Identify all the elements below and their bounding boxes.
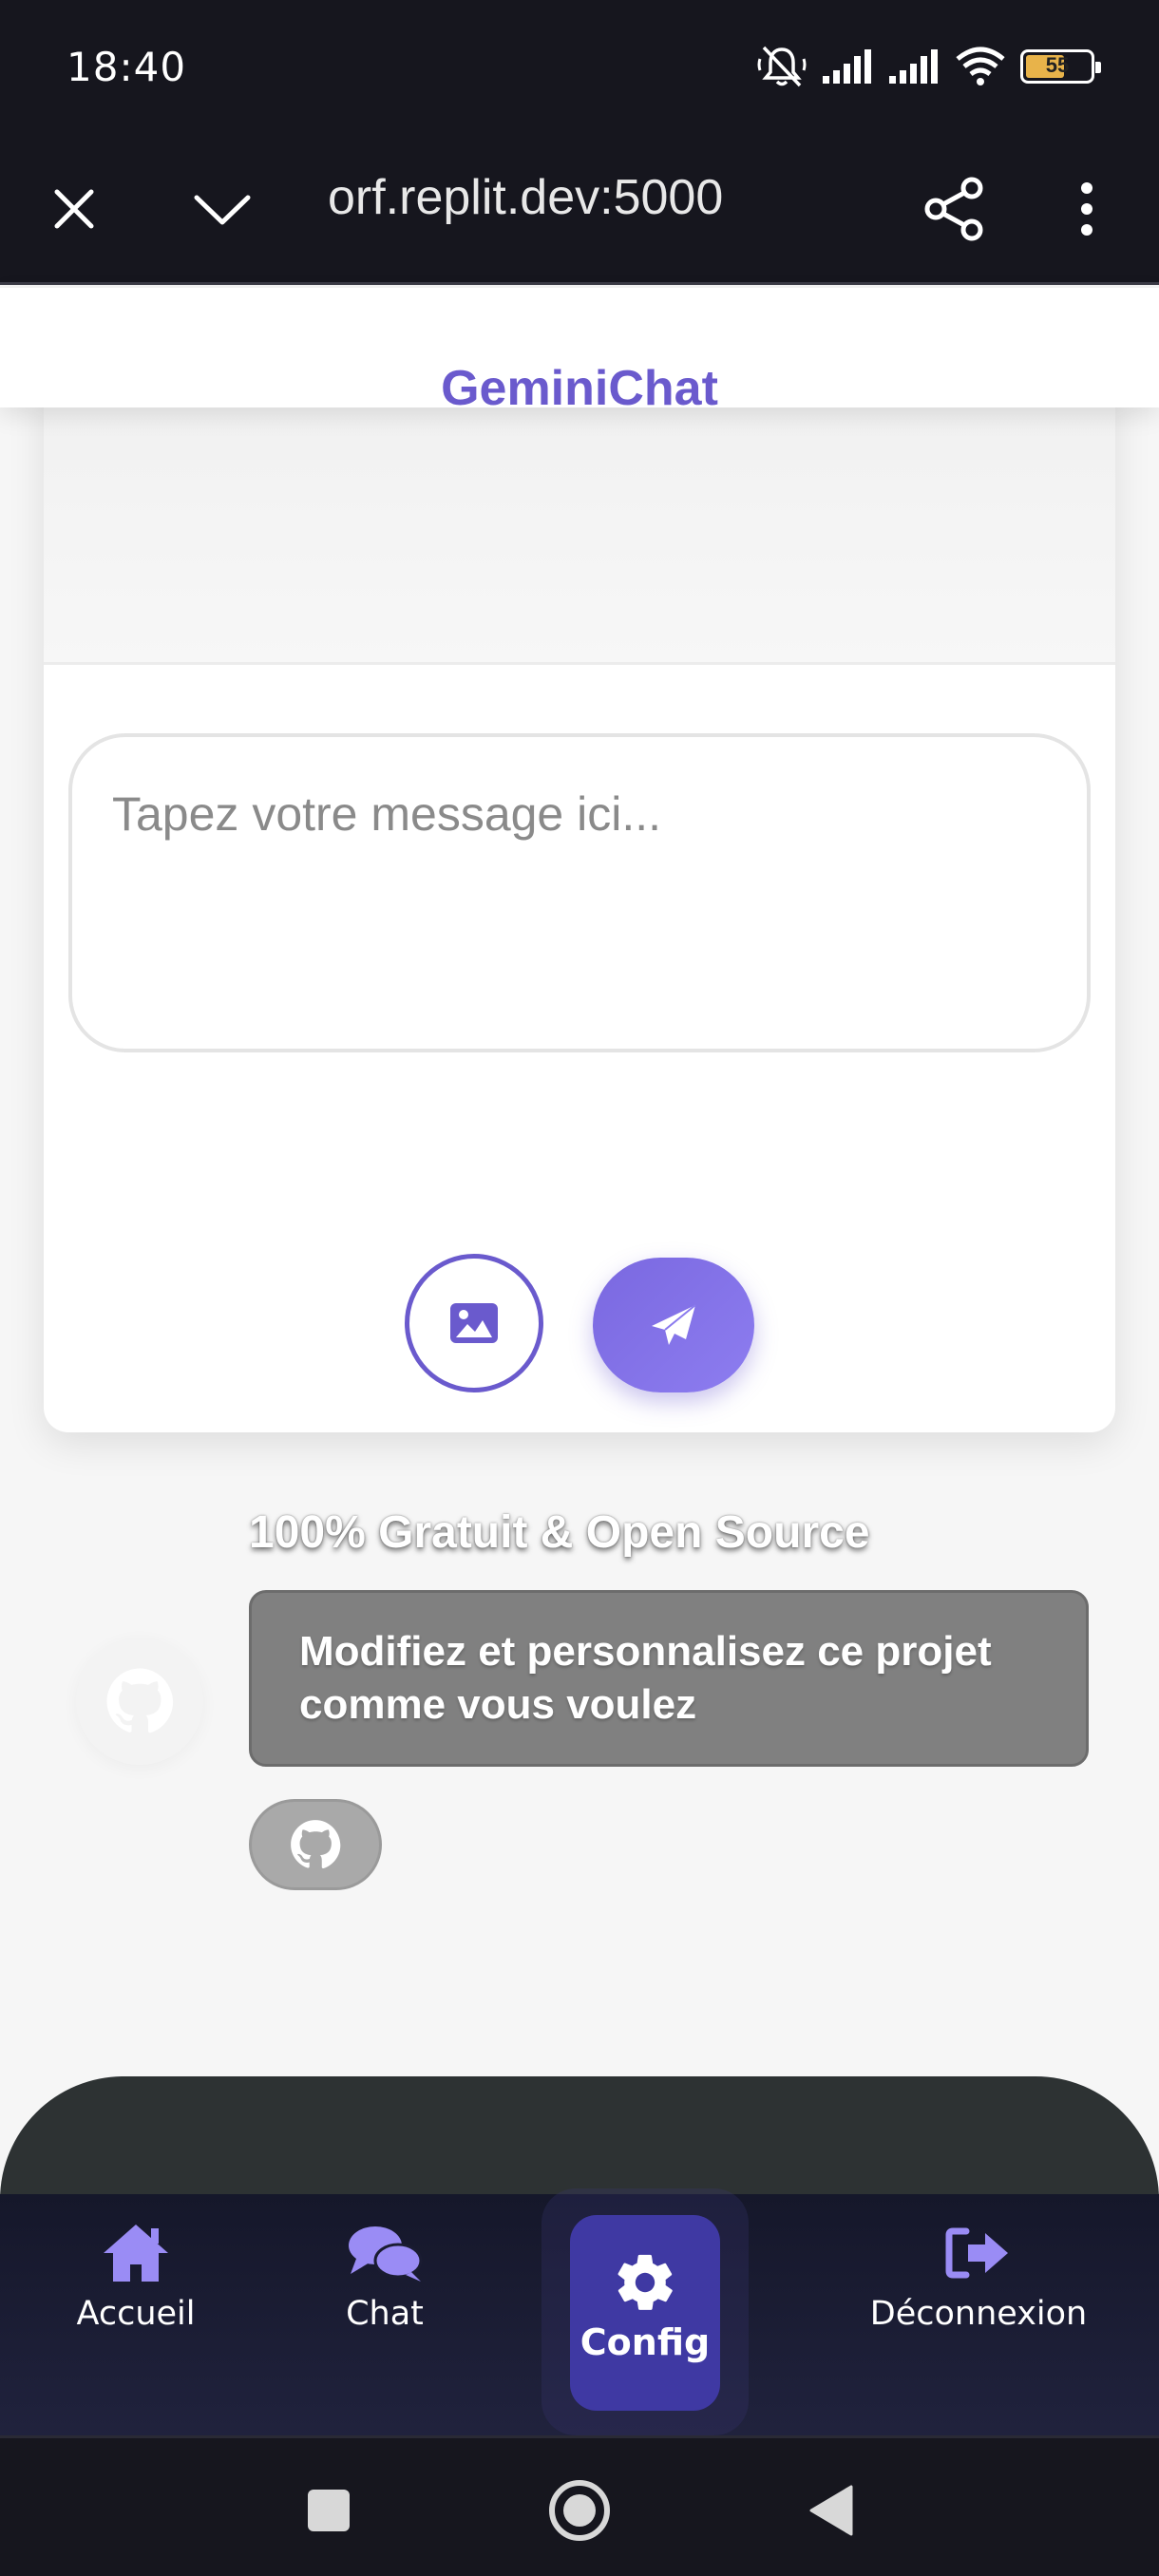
github-icon xyxy=(291,1820,341,1869)
image-icon xyxy=(450,1303,498,1343)
nav-item-config[interactable]: Config xyxy=(570,2215,720,2411)
nav-label-deconnexion: Déconnexion xyxy=(869,2295,1088,2333)
battery-level: 55 xyxy=(1045,53,1070,77)
chevron-down-icon xyxy=(194,195,251,225)
promo-tooltip: Modifiez et personnalisez ce projet comm… xyxy=(249,1590,1089,1767)
share-button[interactable] xyxy=(917,171,993,247)
nav-label-config: Config xyxy=(580,2321,711,2363)
github-icon xyxy=(106,1668,174,1733)
send-button[interactable] xyxy=(593,1258,754,1392)
paper-plane-icon xyxy=(652,1304,696,1345)
more-vert-icon xyxy=(1081,182,1092,236)
minimize-tab-button[interactable] xyxy=(184,171,260,247)
github-link-button[interactable] xyxy=(249,1799,382,1890)
back-button[interactable] xyxy=(792,2472,868,2548)
chat-card xyxy=(44,361,1115,1432)
recents-button[interactable] xyxy=(291,2472,367,2548)
url-display[interactable]: orf.replit.dev:5000 xyxy=(328,169,723,226)
status-time: 18:40 xyxy=(66,44,187,90)
app-title[interactable]: GeminiChat xyxy=(0,360,1159,417)
nav-label-chat: Chat xyxy=(346,2295,424,2333)
nav-item-chat[interactable]: Chat xyxy=(314,2194,456,2435)
app-header: GeminiChat xyxy=(0,288,1159,416)
signal-icon xyxy=(823,49,871,84)
status-icons: 55 xyxy=(756,44,1101,89)
logout-icon xyxy=(945,2227,1008,2279)
gear-icon xyxy=(618,2254,673,2310)
message-input[interactable] xyxy=(68,733,1091,1052)
home-system-button[interactable] xyxy=(542,2472,618,2548)
mute-icon xyxy=(757,46,807,87)
nav-item-accueil[interactable]: Accueil xyxy=(57,2194,215,2435)
signal-icon xyxy=(889,49,938,84)
close-tab-button[interactable] xyxy=(36,171,112,247)
share-icon xyxy=(924,177,983,241)
nav-label-accueil: Accueil xyxy=(76,2295,196,2333)
browser-menu-button[interactable] xyxy=(1049,171,1125,247)
battery-icon: 55 xyxy=(1020,49,1101,84)
promo-description: Modifiez et personnalisez ce projet comm… xyxy=(299,1628,992,1728)
square-icon xyxy=(308,2490,350,2531)
status-bar: 18:40 55 xyxy=(0,0,1159,133)
circle-icon xyxy=(549,2480,610,2541)
image-upload-button[interactable] xyxy=(405,1254,543,1392)
github-floating-button[interactable] xyxy=(76,1638,203,1765)
comments-icon xyxy=(349,2226,423,2282)
home-icon xyxy=(104,2225,168,2282)
promo-title: 100% Gratuit & Open Source xyxy=(249,1507,870,1558)
back-triangle-icon xyxy=(809,2485,853,2536)
nav-item-deconnexion[interactable]: Déconnexion xyxy=(855,2194,1102,2435)
system-navigation-bar xyxy=(0,2435,1159,2576)
wifi-icon xyxy=(956,47,1005,85)
close-icon xyxy=(54,189,94,229)
